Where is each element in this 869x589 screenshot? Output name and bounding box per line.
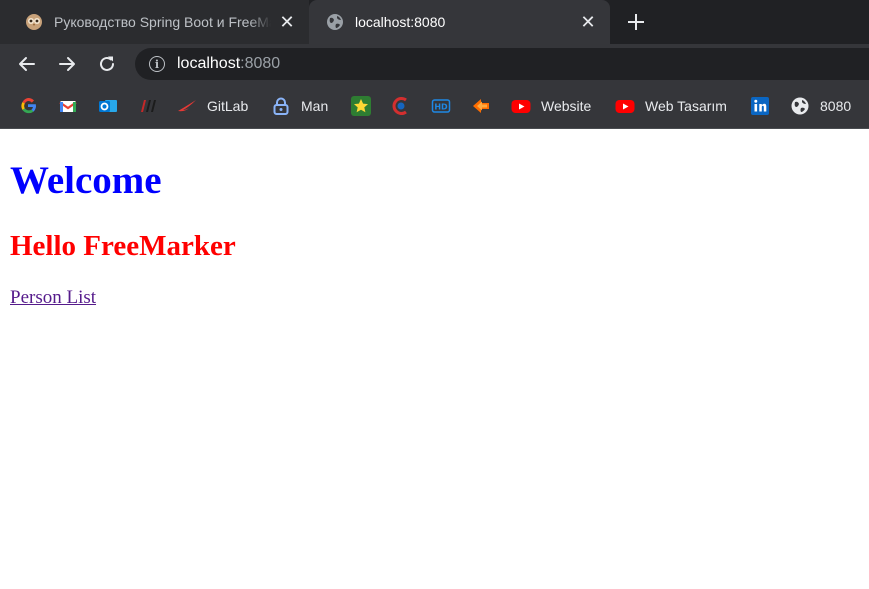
bookmark-label: GitLab <box>207 98 249 114</box>
arrow-right-icon <box>59 57 75 71</box>
tab-title: Руководство Spring Boot и FreeMarker <box>54 14 271 30</box>
linkedin-icon <box>750 96 770 116</box>
reload-icon <box>100 56 114 71</box>
page-title: Welcome <box>10 159 162 202</box>
google-icon <box>18 96 38 116</box>
youtube-icon <box>511 96 531 116</box>
star-icon <box>351 96 371 116</box>
tab-title: localhost:8080 <box>355 14 446 30</box>
bookmark-outlook[interactable] <box>98 95 118 117</box>
bookmark-linkedin[interactable] <box>750 95 770 117</box>
outlook-icon <box>98 96 118 116</box>
bookmark-google[interactable] <box>18 95 38 117</box>
bookmark-label: 8080 <box>820 98 852 114</box>
plus-icon <box>628 14 644 30</box>
bookmark-hd[interactable]: HD <box>431 95 451 117</box>
bookmark-label: Website <box>541 98 592 114</box>
dark-logo-icon <box>138 96 158 116</box>
gmail-icon <box>58 96 78 116</box>
red-arc-icon <box>391 96 411 116</box>
person-list-link[interactable]: Person List <box>10 287 96 309</box>
bookmark-label: Man <box>301 98 329 114</box>
hd-icon: HD <box>431 96 451 116</box>
orange-arrow-icon <box>471 96 491 116</box>
url-port: :8080 <box>240 55 281 72</box>
close-icon[interactable]: ✕ <box>578 12 598 32</box>
new-tab-button[interactable] <box>622 8 650 36</box>
bookmark-man[interactable]: Man <box>271 95 328 117</box>
youtube-icon <box>615 96 635 116</box>
bookmark-red-arc[interactable] <box>391 95 411 117</box>
page-subtitle: Hello FreeMarker <box>10 230 236 262</box>
svg-text:HD: HD <box>434 103 448 112</box>
bookmarks-bar: GitLab Man HD Website Web Tasarım 8080 <box>0 84 869 129</box>
bookmark-website[interactable]: Website <box>511 95 591 117</box>
toolbar: i localhost:8080 <box>0 44 869 84</box>
red-swoosh-icon <box>177 96 197 116</box>
bookmark-gitlab[interactable]: GitLab <box>177 95 248 117</box>
bookmark-star[interactable] <box>351 95 371 117</box>
arrow-left-icon <box>19 57 35 71</box>
globe-icon <box>790 96 810 116</box>
bookmark-label: Web Tasarım <box>645 98 727 114</box>
lock-icon <box>271 96 291 116</box>
owl-favicon-icon <box>24 12 44 32</box>
tab-localhost[interactable]: localhost:8080 ✕ <box>309 0 610 44</box>
reload-button[interactable] <box>93 50 121 78</box>
tab-strip: Руководство Spring Boot и FreeMarker ✕ l… <box>0 0 869 44</box>
back-button[interactable] <box>13 50 41 78</box>
info-icon[interactable]: i <box>149 56 165 72</box>
bookmark-8080[interactable]: 8080 <box>790 95 851 117</box>
globe-icon <box>325 12 345 32</box>
close-icon[interactable]: ✕ <box>277 12 297 32</box>
bookmark-web-tasarim[interactable]: Web Tasarım <box>615 95 727 117</box>
bookmark-orange-arrow[interactable] <box>471 95 491 117</box>
url-host: localhost <box>177 55 241 72</box>
bookmark-dark-logo[interactable] <box>138 95 158 117</box>
address-bar[interactable]: i localhost:8080 <box>135 48 869 80</box>
bookmark-gmail[interactable] <box>58 95 78 117</box>
forward-button[interactable] <box>53 50 81 78</box>
tab-spring-boot-guide[interactable]: Руководство Spring Boot и FreeMarker ✕ <box>0 0 309 44</box>
